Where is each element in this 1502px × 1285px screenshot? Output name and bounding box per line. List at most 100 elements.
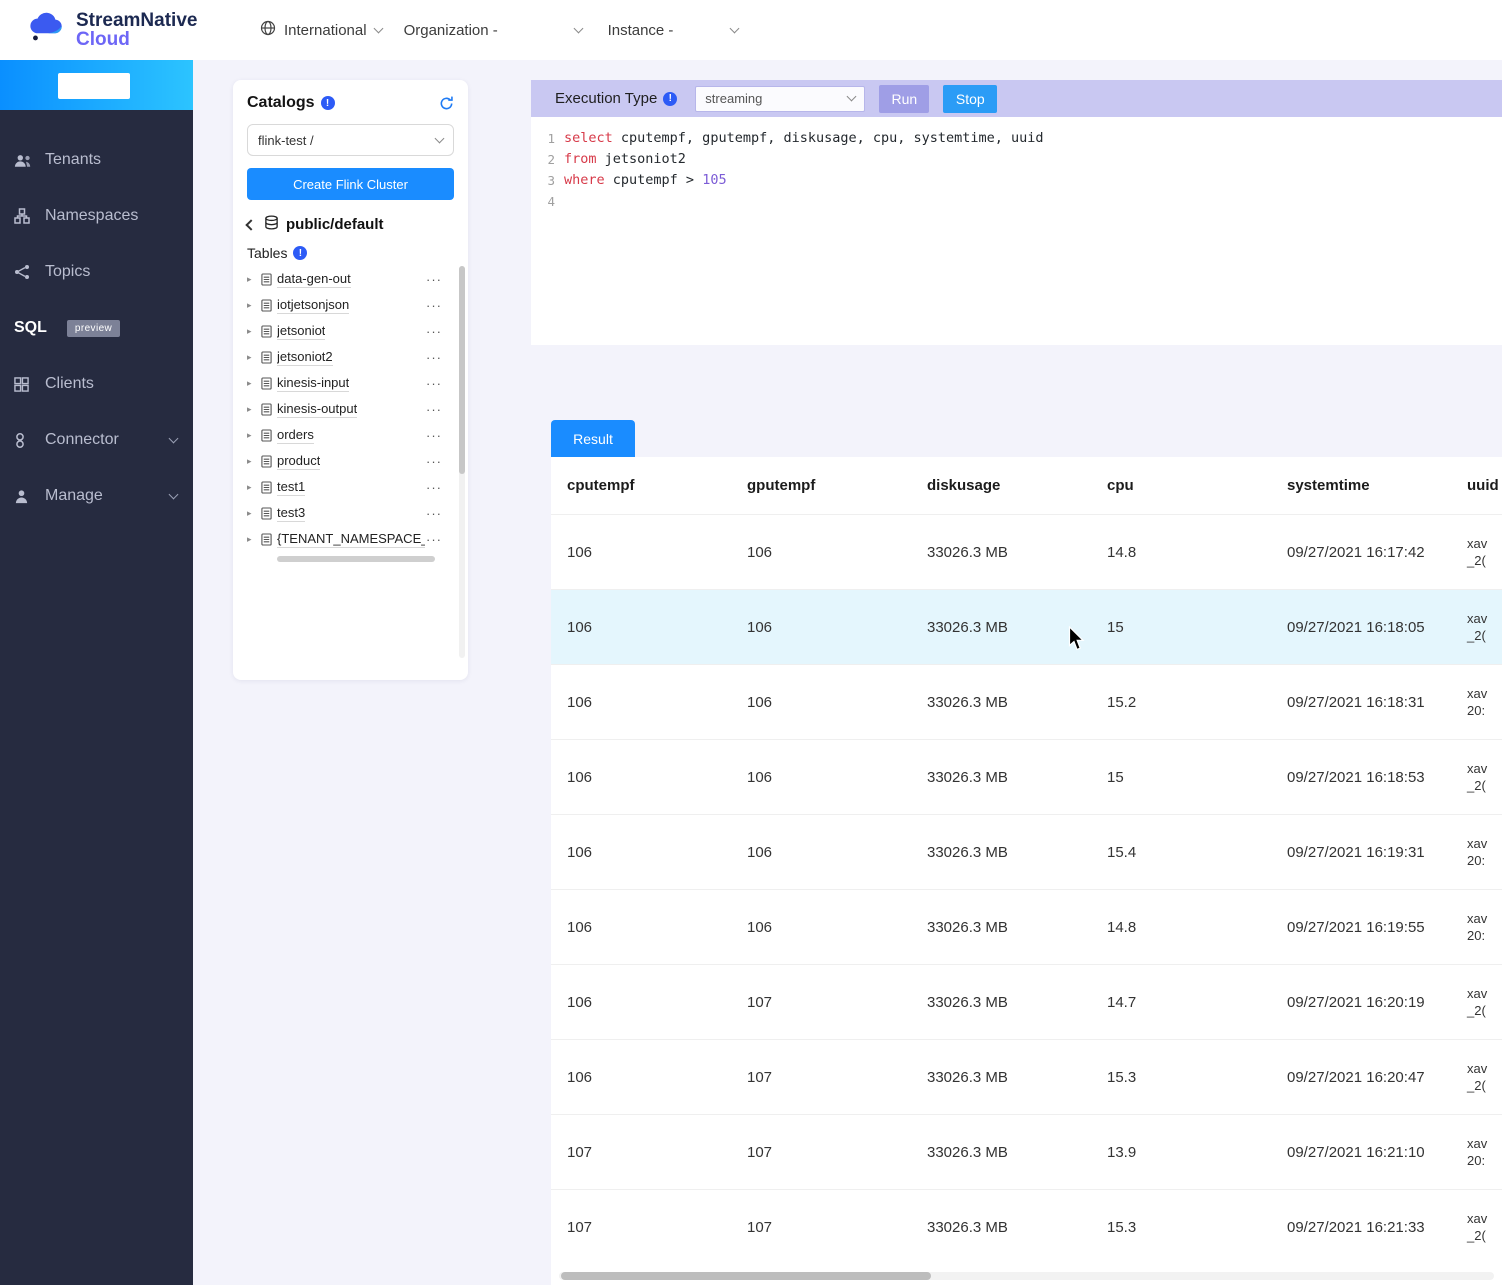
code-line[interactable]: 4 <box>539 191 1502 212</box>
cell-diskusage: 33026.3 MB <box>927 693 1008 711</box>
table-list-item[interactable]: ▸ jetsoniot2 ··· <box>247 344 454 370</box>
info-icon[interactable]: ! <box>293 246 308 260</box>
cell-cpu: 13.9 <box>1107 1143 1137 1161</box>
table-list-item[interactable]: ▸ orders ··· <box>247 422 454 448</box>
table-list-item[interactable]: ▸ iotjetsonjson ··· <box>247 292 454 318</box>
result-table-body: 106 106 33026.3 MB 14.8 09/27/2021 16:17:42 x… <box>551 514 1502 1264</box>
table-list-item[interactable]: ▸ {TENANT_NAMESPACE_T ··· <box>247 526 454 552</box>
tables-horizontal-scrollbar[interactable] <box>277 556 435 562</box>
more-actions-icon[interactable]: ··· <box>426 376 454 391</box>
cell-cputempf: 106 <box>567 843 593 861</box>
scrollbar-thumb[interactable] <box>561 1272 931 1280</box>
table-list-item[interactable]: ▸ product ··· <box>247 448 454 474</box>
logo-placeholder <box>58 73 130 99</box>
sql-token-plain: cputempf > <box>604 172 703 188</box>
info-icon[interactable]: ! <box>320 96 335 110</box>
table-list-item[interactable]: ▸ jetsoniot ··· <box>247 318 454 344</box>
code-line[interactable]: 2 from jetsoniot2 <box>539 149 1502 170</box>
brand-logo[interactable]: StreamNative Cloud <box>0 11 232 49</box>
table-row[interactable]: 106 106 33026.3 MB 15.2 09/27/2021 16:18:31 x… <box>551 664 1502 739</box>
cell-diskusage: 33026.3 MB <box>927 1143 1008 1161</box>
expand-caret-icon[interactable]: ▸ <box>247 378 260 389</box>
code-line[interactable]: 3 where cputempf > 105 <box>539 170 1502 191</box>
info-icon[interactable]: ! <box>663 91 678 106</box>
expand-caret-icon[interactable]: ▸ <box>247 274 260 285</box>
execution-type-value: streaming <box>705 91 763 106</box>
cell-systemtime: 09/27/2021 16:18:31 <box>1287 693 1425 711</box>
sidebar-item-topics[interactable]: Topics <box>0 244 193 300</box>
more-actions-icon[interactable]: ··· <box>426 272 454 287</box>
cell-diskusage: 33026.3 MB <box>927 843 1008 861</box>
cell-cpu: 15.3 <box>1107 1068 1137 1086</box>
table-row[interactable]: 106 107 33026.3 MB 14.7 09/27/2021 16:20:19 x… <box>551 964 1502 1039</box>
refresh-icon[interactable] <box>439 95 454 111</box>
table-list-item[interactable]: ▸ kinesis-output ··· <box>247 396 454 422</box>
cell-gputempf: 107 <box>747 1218 773 1236</box>
tables-label: Tables <box>247 245 288 261</box>
main-content: Catalogs ! flink-test / Create Flink Clu… <box>193 60 1502 1285</box>
table-list-item[interactable]: ▸ test1 ··· <box>247 474 454 500</box>
more-actions-icon[interactable]: ··· <box>426 506 454 521</box>
table-icon <box>261 350 272 364</box>
table-row[interactable]: 106 106 33026.3 MB 15 09/27/2021 16:18:53 xav… <box>551 739 1502 814</box>
expand-caret-icon[interactable]: ▸ <box>247 430 260 441</box>
expand-caret-icon[interactable]: ▸ <box>247 404 260 415</box>
table-row[interactable]: 106 106 33026.3 MB 14.8 09/27/2021 16:19:55 x… <box>551 889 1502 964</box>
expand-caret-icon[interactable]: ▸ <box>247 352 260 363</box>
back-chevron-icon[interactable] <box>245 218 257 231</box>
tables-vertical-scrollbar[interactable] <box>459 266 465 658</box>
more-actions-icon[interactable]: ··· <box>426 298 454 313</box>
expand-caret-icon[interactable]: ▸ <box>247 456 260 467</box>
more-actions-icon[interactable]: ··· <box>426 454 454 469</box>
code-line[interactable]: 1 select cputempf, gputempf, diskusage, c… <box>539 128 1502 149</box>
sidebar-item-namespaces[interactable]: Namespaces <box>0 188 193 244</box>
sidebar-item-connector[interactable]: Connector <box>0 412 193 468</box>
tab-result[interactable]: Result <box>551 420 635 457</box>
cell-uuid: xav _2( <box>1467 986 1488 1018</box>
scrollbar-thumb[interactable] <box>459 266 465 474</box>
sidebar-item-tenants[interactable]: Tenants <box>0 132 193 188</box>
table-name: jetsoniot2 <box>277 348 333 366</box>
sidebar-item-sql[interactable]: SQL preview <box>0 300 193 356</box>
table-row[interactable]: 107 107 33026.3 MB 15.3 09/27/2021 16:21:33 x… <box>551 1189 1502 1264</box>
table-row[interactable]: 106 107 33026.3 MB 15.3 09/27/2021 16:20:47 x… <box>551 1039 1502 1114</box>
catalog-select-value: flink-test / <box>258 132 314 148</box>
table-name: product <box>277 452 321 470</box>
more-actions-icon[interactable]: ··· <box>426 402 454 417</box>
result-horizontal-scrollbar[interactable] <box>559 1272 1494 1280</box>
table-row[interactable]: 107 107 33026.3 MB 13.9 09/27/2021 16:21:10 x… <box>551 1114 1502 1189</box>
more-actions-icon[interactable]: ··· <box>426 324 454 339</box>
expand-caret-icon[interactable]: ▸ <box>247 482 260 493</box>
catalog-select[interactable]: flink-test / <box>247 124 454 156</box>
manage-icon <box>14 489 35 504</box>
run-button[interactable]: Run <box>879 84 930 113</box>
expand-caret-icon[interactable]: ▸ <box>247 326 260 337</box>
more-actions-icon[interactable]: ··· <box>426 428 454 443</box>
sql-editor[interactable]: 1 select cputempf, gputempf, diskusage, c… <box>531 117 1502 212</box>
table-list-item[interactable]: ▸ data-gen-out ··· <box>247 266 454 292</box>
instance-selector[interactable]: Instance - <box>608 22 740 39</box>
breadcrumb: public/default <box>286 216 384 233</box>
sidebar: Tenants Namespaces Topics SQL preview Clients… <box>0 60 193 1285</box>
stop-button[interactable]: Stop <box>943 84 998 113</box>
catalogs-panel: Catalogs ! flink-test / Create Flink Clu… <box>233 80 468 680</box>
expand-caret-icon[interactable]: ▸ <box>247 534 260 545</box>
create-flink-cluster-button[interactable]: Create Flink Cluster <box>247 168 454 200</box>
expand-caret-icon[interactable]: ▸ <box>247 508 260 519</box>
sidebar-item-manage[interactable]: Manage <box>0 468 193 524</box>
more-actions-icon[interactable]: ··· <box>426 480 454 495</box>
sidebar-item-clients[interactable]: Clients <box>0 356 193 412</box>
table-list-item[interactable]: ▸ kinesis-input ··· <box>247 370 454 396</box>
table-row[interactable]: 106 106 33026.3 MB 15 09/27/2021 16:18:05 xav… <box>551 589 1502 664</box>
execution-type-select[interactable]: streaming <box>695 85 866 112</box>
table-row[interactable]: 106 106 33026.3 MB 15.4 09/27/2021 16:19:31 x… <box>551 814 1502 889</box>
organization-selector[interactable]: Organization - <box>404 22 584 39</box>
more-actions-icon[interactable]: ··· <box>426 350 454 365</box>
table-list-item[interactable]: ▸ test3 ··· <box>247 500 454 526</box>
table-row[interactable]: 106 106 33026.3 MB 14.8 09/27/2021 16:17:42 x… <box>551 514 1502 589</box>
expand-caret-icon[interactable]: ▸ <box>247 300 260 311</box>
more-actions-icon[interactable]: ··· <box>426 532 454 547</box>
region-selector[interactable]: International <box>260 20 384 40</box>
table-name: kinesis-output <box>277 400 358 418</box>
table-icon <box>261 428 272 442</box>
